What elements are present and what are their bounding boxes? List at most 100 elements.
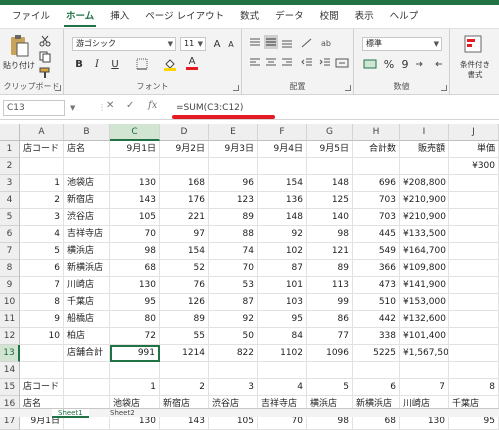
cell-d5[interactable]: 221 bbox=[160, 209, 209, 226]
cell-h14[interactable] bbox=[353, 362, 400, 379]
cell-c2[interactable] bbox=[110, 158, 160, 175]
name-box[interactable]: C13 bbox=[3, 100, 65, 116]
column-header-c[interactable]: C bbox=[110, 124, 160, 141]
cell-a13[interactable] bbox=[20, 345, 64, 362]
cell-g6[interactable]: 98 bbox=[307, 226, 353, 243]
cell-b6[interactable]: 吉祥寺店 bbox=[64, 226, 110, 243]
cell-j2[interactable]: ¥300 bbox=[449, 158, 499, 175]
cell-a8[interactable]: 6 bbox=[20, 260, 64, 277]
cell-a5[interactable]: 3 bbox=[20, 209, 64, 226]
number-format-select[interactable]: 標準 ▼ bbox=[362, 37, 442, 51]
cell-b7[interactable]: 横浜店 bbox=[64, 243, 110, 260]
cell-a6[interactable]: 4 bbox=[20, 226, 64, 243]
increase-decimal-icon[interactable] bbox=[414, 57, 428, 71]
cell-j11[interactable] bbox=[449, 311, 499, 328]
cell-g12[interactable]: 77 bbox=[307, 328, 353, 345]
cell-c14[interactable] bbox=[110, 362, 160, 379]
cell-j14[interactable] bbox=[449, 362, 499, 379]
cell-j8[interactable] bbox=[449, 260, 499, 277]
cell-i2[interactable] bbox=[400, 158, 449, 175]
cell-e10[interactable]: 87 bbox=[209, 294, 258, 311]
cell-b14[interactable] bbox=[64, 362, 110, 379]
cell-a12[interactable]: 10 bbox=[20, 328, 64, 345]
cell-i7[interactable]: ¥164,700 bbox=[400, 243, 449, 260]
cell-g14[interactable] bbox=[307, 362, 353, 379]
cell-c12[interactable]: 72 bbox=[110, 328, 160, 345]
cell-g3[interactable]: 148 bbox=[307, 175, 353, 192]
cell-d14[interactable] bbox=[160, 362, 209, 379]
tab-file[interactable]: ファイル bbox=[4, 5, 58, 29]
cell-g5[interactable]: 140 bbox=[307, 209, 353, 226]
row-header-12[interactable]: 12 bbox=[0, 328, 20, 345]
cell-f2[interactable] bbox=[258, 158, 307, 175]
cell-c9[interactable]: 130 bbox=[110, 277, 160, 294]
cell-b4[interactable]: 新宿店 bbox=[64, 192, 110, 209]
tab-data[interactable]: データ bbox=[267, 5, 312, 29]
enter-icon[interactable]: ✓ bbox=[126, 100, 134, 111]
cell-j1[interactable]: 単価 bbox=[449, 141, 499, 158]
cell-f9[interactable]: 101 bbox=[258, 277, 307, 294]
bold-button[interactable]: B bbox=[72, 57, 86, 71]
cell-j3[interactable] bbox=[449, 175, 499, 192]
cell-e15[interactable]: 3 bbox=[209, 379, 258, 396]
cell-i5[interactable]: ¥210,900 bbox=[400, 209, 449, 226]
column-header-i[interactable]: I bbox=[400, 124, 449, 141]
increase-indent-icon[interactable] bbox=[318, 57, 332, 69]
cell-j13[interactable] bbox=[449, 345, 499, 362]
cell-d13[interactable]: 1214 bbox=[160, 345, 209, 362]
cell-c8[interactable]: 68 bbox=[110, 260, 160, 277]
cell-i6[interactable]: ¥133,500 bbox=[400, 226, 449, 243]
cell-c11[interactable]: 80 bbox=[110, 311, 160, 328]
cell-h10[interactable]: 510 bbox=[353, 294, 400, 311]
cell-i8[interactable]: ¥109,800 bbox=[400, 260, 449, 277]
cell-h7[interactable]: 549 bbox=[353, 243, 400, 260]
tab-home[interactable]: ホーム bbox=[58, 5, 102, 29]
cell-c5[interactable]: 105 bbox=[110, 209, 160, 226]
tab-formulas[interactable]: 数式 bbox=[232, 5, 267, 29]
cell-d3[interactable]: 168 bbox=[160, 175, 209, 192]
font-name-select[interactable]: 游ゴシック ▼ bbox=[72, 37, 176, 51]
insert-function-icon[interactable]: fx bbox=[148, 100, 157, 111]
alignment-launcher-icon[interactable] bbox=[345, 85, 351, 91]
cell-d11[interactable]: 89 bbox=[160, 311, 209, 328]
cell-j6[interactable] bbox=[449, 226, 499, 243]
cell-e3[interactable]: 96 bbox=[209, 175, 258, 192]
cell-d15[interactable]: 2 bbox=[160, 379, 209, 396]
row-header-15[interactable]: 15 bbox=[0, 379, 20, 396]
column-header-f[interactable]: F bbox=[258, 124, 307, 141]
select-all-corner[interactable] bbox=[0, 124, 20, 141]
cell-f15[interactable]: 4 bbox=[258, 379, 307, 396]
cell-a4[interactable]: 2 bbox=[20, 192, 64, 209]
cell-e1[interactable]: 9月3日 bbox=[209, 141, 258, 158]
cell-g4[interactable]: 125 bbox=[307, 192, 353, 209]
row-header-6[interactable]: 6 bbox=[0, 226, 20, 243]
formula-input[interactable]: =SUM(C3:C12) bbox=[170, 100, 499, 116]
wrap-text-button[interactable]: ab bbox=[318, 37, 334, 49]
cell-h8[interactable]: 366 bbox=[353, 260, 400, 277]
cell-e4[interactable]: 123 bbox=[209, 192, 258, 209]
cell-i9[interactable]: ¥141,900 bbox=[400, 277, 449, 294]
italic-button[interactable]: I bbox=[90, 57, 104, 71]
cell-d12[interactable]: 55 bbox=[160, 328, 209, 345]
cell-h9[interactable]: 473 bbox=[353, 277, 400, 294]
column-header-j[interactable]: J bbox=[449, 124, 499, 141]
cell-i11[interactable]: ¥132,600 bbox=[400, 311, 449, 328]
cell-b3[interactable]: 池袋店 bbox=[64, 175, 110, 192]
cell-f12[interactable]: 84 bbox=[258, 328, 307, 345]
row-header-7[interactable]: 7 bbox=[0, 243, 20, 260]
cell-h15[interactable]: 6 bbox=[353, 379, 400, 396]
cell-f4[interactable]: 136 bbox=[258, 192, 307, 209]
cell-h12[interactable]: 338 bbox=[353, 328, 400, 345]
font-color-button[interactable]: A bbox=[184, 55, 200, 71]
cell-f13[interactable]: 1102 bbox=[258, 345, 307, 362]
cell-g1[interactable]: 9月5日 bbox=[307, 141, 353, 158]
cell-i12[interactable]: ¥101,400 bbox=[400, 328, 449, 345]
cell-h1[interactable]: 合計数 bbox=[353, 141, 400, 158]
row-header-3[interactable]: 3 bbox=[0, 175, 20, 192]
fill-color-icon[interactable] bbox=[162, 57, 178, 71]
cell-e9[interactable]: 53 bbox=[209, 277, 258, 294]
cut-icon[interactable] bbox=[38, 35, 52, 47]
cell-d7[interactable]: 154 bbox=[160, 243, 209, 260]
cell-j4[interactable] bbox=[449, 192, 499, 209]
cell-c10[interactable]: 95 bbox=[110, 294, 160, 311]
